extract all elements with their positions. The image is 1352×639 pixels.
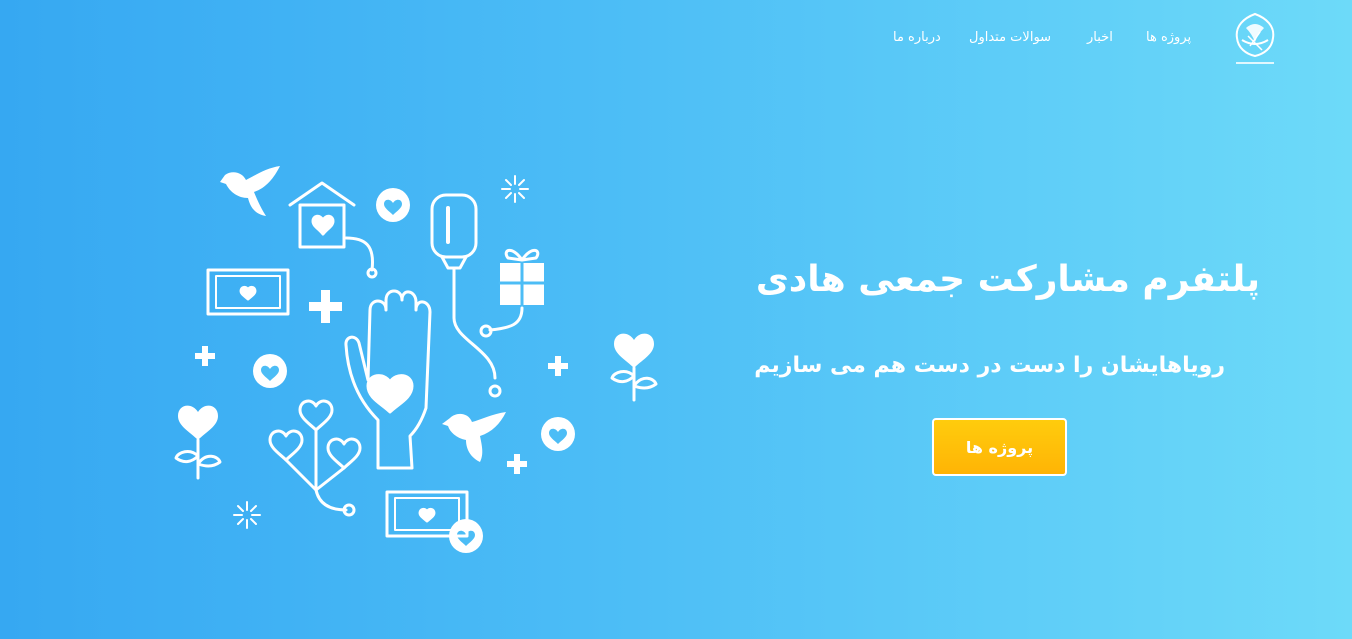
dove-icon — [442, 412, 506, 462]
iv-drip-icon — [430, 193, 502, 398]
nav-item-projects[interactable]: پروژه ها — [1146, 30, 1191, 50]
hero-subtitle: رویاهایشان را دست در دست هم می سازیم — [754, 353, 1225, 378]
heart-badge-icon — [376, 188, 410, 222]
dove-icon — [220, 166, 280, 216]
sparkle-icon — [501, 175, 529, 203]
hearts-bouquet-icon — [268, 399, 362, 517]
nav-item-about[interactable]: درباره ما — [893, 30, 941, 50]
sparkle-icon — [233, 501, 261, 529]
projects-cta-button[interactable]: پروژه ها — [932, 418, 1067, 476]
hero-title: پلتفرم مشارکت جمعی هادی — [755, 259, 1261, 300]
nav-item-faq[interactable]: سوالات متداول — [969, 30, 1051, 50]
logo-icon[interactable] — [1228, 10, 1282, 70]
flower-icon — [174, 405, 222, 480]
flower-icon — [610, 333, 658, 402]
heart-badge-icon — [253, 354, 575, 553]
gift-icon — [479, 248, 546, 338]
charity-illustration — [150, 150, 690, 570]
birdhouse-icon — [288, 181, 378, 279]
money-note-icon — [385, 490, 469, 538]
money-note-icon — [206, 268, 290, 316]
nav-item-news[interactable]: اخبار — [1087, 30, 1113, 50]
